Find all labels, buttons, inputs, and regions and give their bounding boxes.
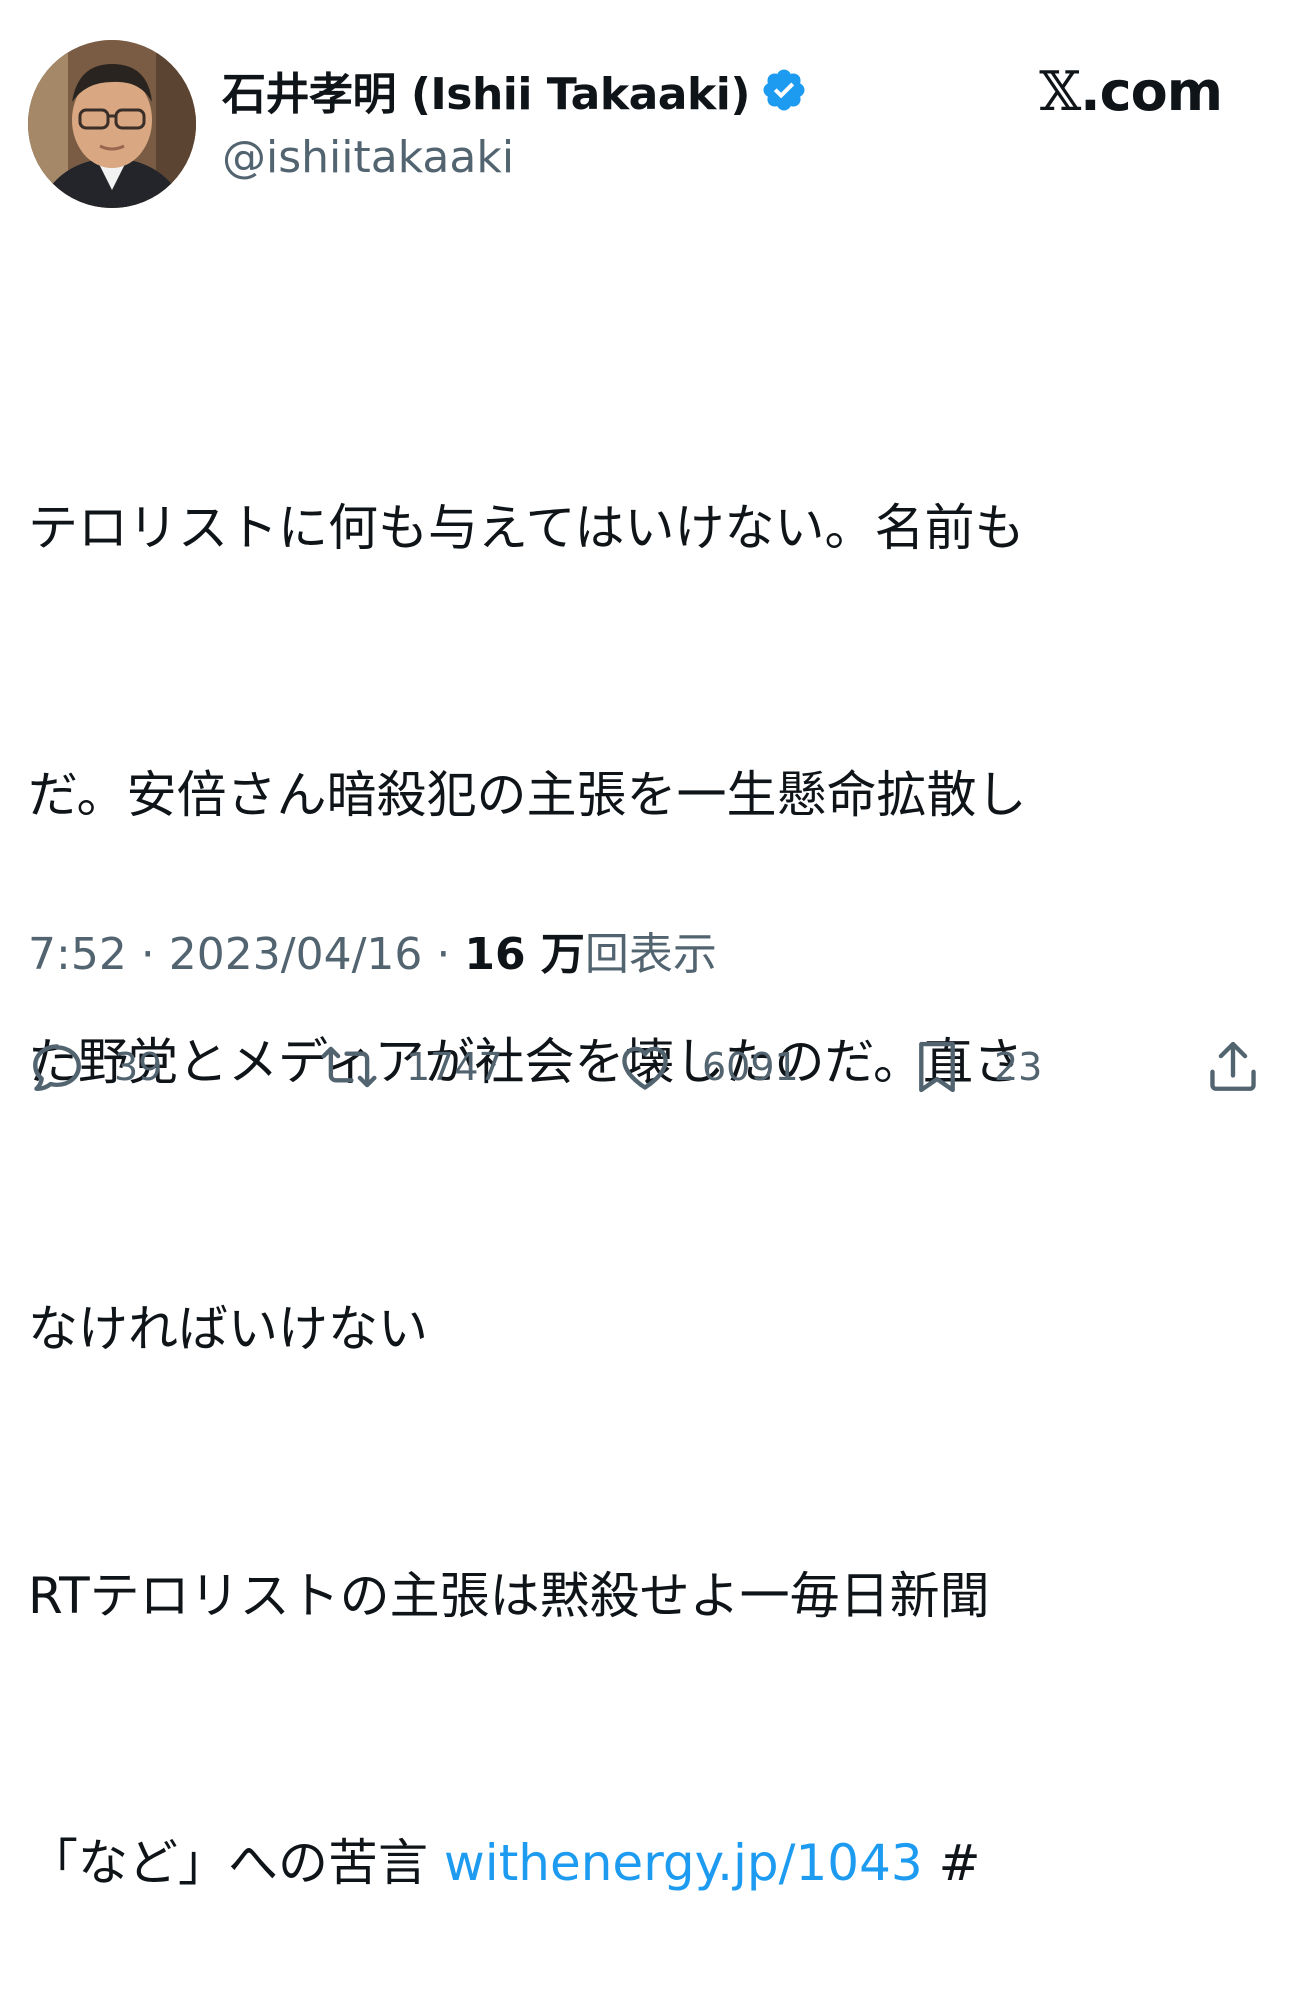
like-count: 6091: [702, 1045, 799, 1089]
action-bar: 39 1747 6091 23: [28, 1032, 1268, 1102]
hashtag-mark[interactable]: #: [923, 1834, 981, 1892]
bookmark-button[interactable]: 23: [908, 1032, 1042, 1102]
heart-icon: [622, 1046, 668, 1090]
retweet-count: 1747: [406, 1045, 503, 1089]
reply-button[interactable]: 39: [28, 1032, 162, 1102]
tweet-date[interactable]: 2023/04/16: [169, 929, 423, 980]
retweet-button[interactable]: 1747: [320, 1032, 503, 1102]
site-label: 𝕏.com: [1039, 60, 1223, 123]
verified-badge-icon: [760, 66, 808, 114]
share-button[interactable]: [1204, 1032, 1262, 1102]
author-display-name[interactable]: 石井孝明 (Ishii Takaaki): [222, 58, 750, 122]
tweet-time[interactable]: 7:52: [28, 929, 127, 980]
views-count: 16 万: [464, 929, 585, 980]
reply-count: 39: [114, 1045, 163, 1089]
tweet-line-last: 「など」への苦言 withenergy.jp/1043 #: [28, 1819, 1228, 1908]
tweet-meta: 7:52 · 2023/04/16 · 16 万回表示: [28, 918, 717, 982]
author-avatar[interactable]: [28, 40, 196, 208]
tweet-line: なければいけない: [28, 1300, 428, 1358]
author-name-row[interactable]: 石井孝明 (Ishii Takaaki): [222, 58, 808, 122]
share-icon: [1210, 1041, 1256, 1091]
like-button[interactable]: 6091: [616, 1032, 799, 1102]
site-domain: .com: [1080, 60, 1223, 123]
tweet-line: だ。安倍さん暗殺犯の主張を一生懸命拡散し: [28, 766, 1027, 824]
bookmark-count: 23: [994, 1045, 1043, 1089]
tweet-line-prefix: 「など」への苦言: [28, 1834, 444, 1892]
tweet-line: テロリストに何も与えてはいけない。名前も: [28, 499, 1025, 557]
meta-separator: ·: [422, 929, 465, 980]
author-handle[interactable]: @ishiitakaaki: [222, 132, 514, 183]
tweet-link[interactable]: withenergy.jp/1043: [444, 1834, 923, 1892]
retweet-icon: [321, 1046, 377, 1088]
bookmark-icon: [919, 1041, 955, 1093]
meta-separator: ·: [126, 929, 169, 980]
views-label: 回表示: [584, 929, 717, 980]
tweet-text: テロリストに何も与えてはいけない。名前も だ。安倍さん暗殺犯の主張を一生懸命拡散…: [28, 306, 1228, 1997]
tweet-line: RTテロリストの主張は黙殺せよ一毎日新聞: [28, 1567, 990, 1625]
x-logo-icon: 𝕏: [1039, 60, 1081, 123]
reply-icon: [33, 1044, 81, 1091]
avatar-photo: [28, 40, 196, 208]
